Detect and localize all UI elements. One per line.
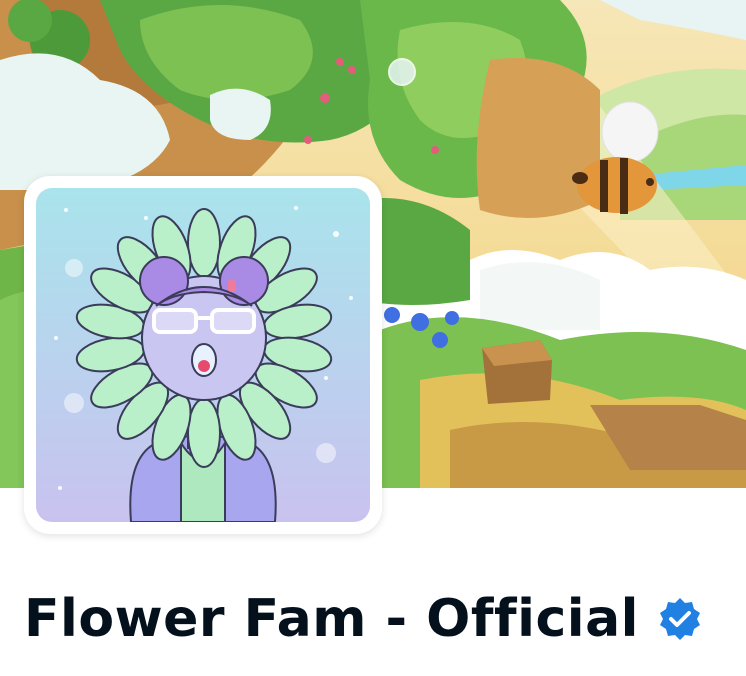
profile-avatar-frame [24,176,382,534]
profile-name: Flower Fam - Official [24,589,639,649]
flower-character-avatar [36,188,370,522]
profile-name-row: Flower Fam - Official [24,584,703,654]
verified-badge-icon [660,598,700,640]
avatar [36,188,370,522]
